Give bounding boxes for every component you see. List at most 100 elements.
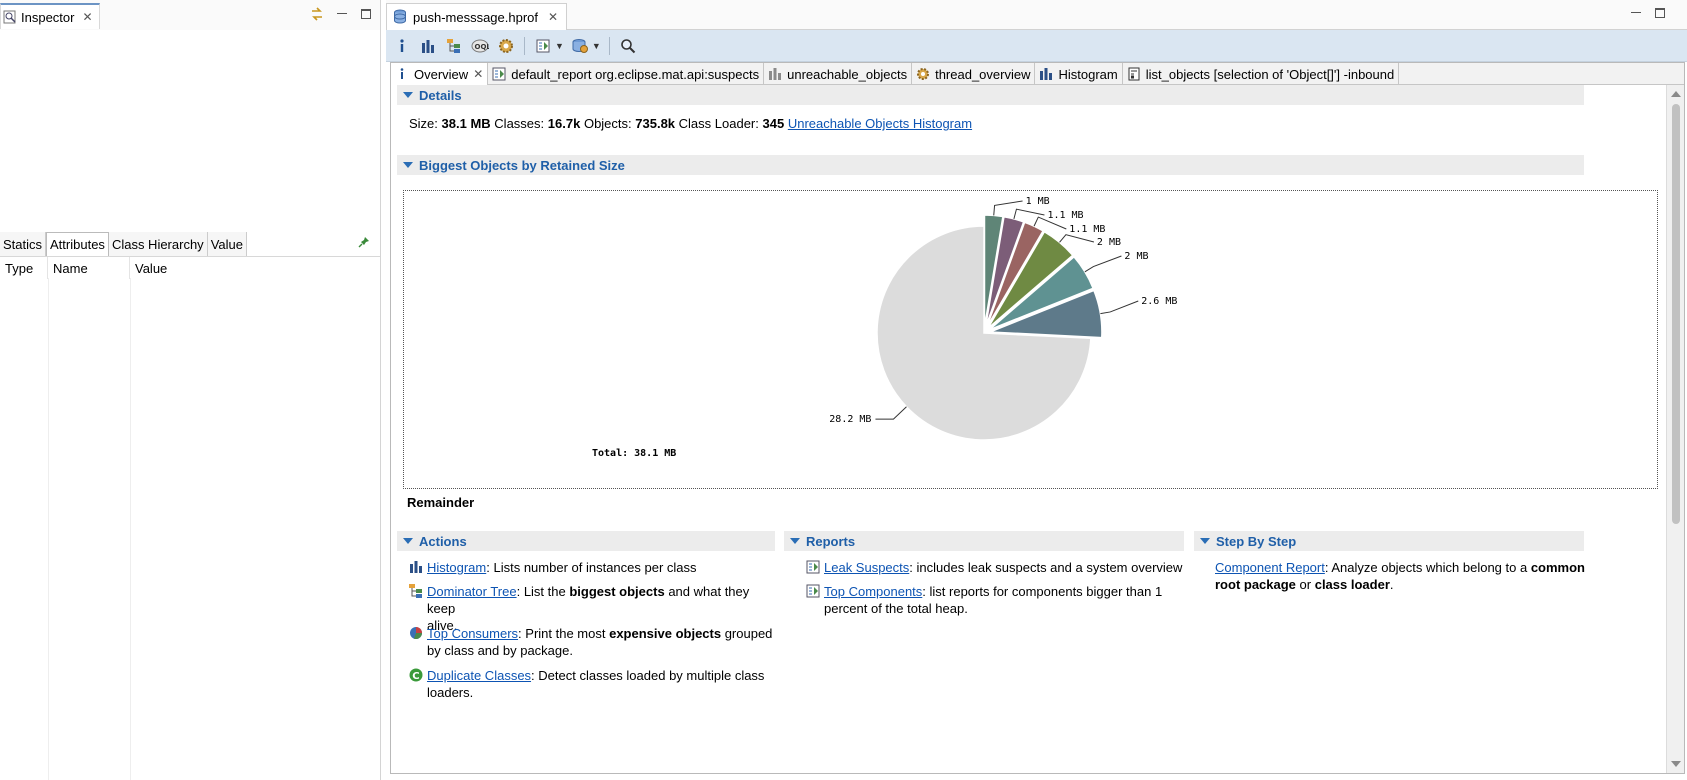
dropdown-arrow-icon[interactable]: ▼ — [592, 41, 601, 51]
column-type[interactable]: Type — [0, 257, 48, 279]
details-title: Details — [419, 87, 462, 103]
svg-text:C: C — [412, 671, 419, 682]
top-components-link[interactable]: Top Components — [824, 584, 922, 599]
maximize-button[interactable] — [1653, 6, 1667, 20]
classes-label: Classes: — [494, 116, 545, 131]
leak-suspects-link[interactable]: Leak Suspects — [824, 560, 909, 575]
action-description: : Detect classes loaded by multiple clas… — [531, 668, 765, 683]
action-description: loaders. — [427, 685, 474, 700]
info-icon — [400, 68, 404, 79]
editor-content: Overview ✕ default_report org.eclipse.ma… — [390, 62, 1685, 774]
dominator-tree-icon[interactable] — [444, 36, 464, 56]
slice-label: 2 MB — [1124, 251, 1148, 262]
scroll-up-icon[interactable] — [1671, 91, 1681, 97]
heap-dump-icon — [394, 9, 406, 24]
search-icon[interactable] — [618, 36, 638, 56]
overview-info-icon[interactable] — [392, 36, 412, 56]
top-consumers-icon — [410, 627, 423, 640]
tab-statics[interactable]: Statics — [0, 232, 47, 256]
link-with-editor-icon[interactable] — [309, 6, 325, 22]
tab-value[interactable]: Value — [207, 232, 247, 256]
tab-label: unreachable_objects — [787, 66, 908, 82]
histogram-link[interactable]: Histogram — [427, 560, 486, 575]
duplicate-classes-link[interactable]: Duplicate Classes — [427, 668, 531, 683]
tab-overview[interactable]: Overview ✕ — [391, 63, 489, 85]
run-report-icon[interactable] — [533, 36, 553, 56]
component-report-link[interactable]: Component Report — [1215, 560, 1325, 575]
step-by-step-section-header[interactable]: Step By Step — [1194, 531, 1584, 551]
slice-label: 1 MB — [1026, 196, 1050, 207]
action-duplicate-classes: C Duplicate Classes: Detect classes load… — [409, 667, 779, 703]
leader-line — [993, 200, 1023, 216]
histogram-icon[interactable] — [418, 36, 438, 56]
pie-chart[interactable]: 1 MB 1.1 MB 1.1 MB 2 MB2 MB 2.6 MB 28.2 MB Tot… — [404, 191, 1659, 490]
inspector-titlebar: Inspector ✕ — [0, 0, 380, 30]
collapse-icon — [403, 538, 413, 544]
dropdown-arrow-icon[interactable]: ▼ — [555, 41, 564, 51]
action-dominator-tree: Dominator Tree: List the biggest objects… — [409, 583, 779, 633]
close-icon[interactable]: ✕ — [548, 10, 558, 24]
class-loader-value: 345 — [762, 116, 785, 131]
inspector-view: Inspector ✕ Statics Attributes Class Hie… — [0, 0, 381, 780]
tab-default-report[interactable]: default_report org.eclipse.mat.api:suspe… — [488, 63, 765, 85]
pin-icon[interactable] — [358, 236, 370, 248]
slice-label: 2.6 MB — [1141, 296, 1177, 307]
slice-label: 28.2 MB — [829, 414, 871, 425]
column-name[interactable]: Name — [48, 257, 130, 279]
scroll-down-icon[interactable] — [1671, 761, 1681, 767]
report-description: : list reports for components bigger tha… — [922, 584, 1163, 599]
leader-line — [1059, 234, 1095, 243]
collapse-icon — [1200, 538, 1210, 544]
report-leak-suspects: Leak Suspects: includes leak suspects an… — [806, 559, 1186, 577]
editor-sub-tabs: Overview ✕ default_report org.eclipse.ma… — [391, 63, 1684, 85]
vertical-scrollbar[interactable] — [1666, 85, 1684, 773]
report-top-components: Top Components: list reports for compone… — [806, 583, 1186, 619]
column-divider — [48, 278, 49, 780]
step-description: or — [1295, 577, 1315, 592]
report-icon — [806, 584, 820, 598]
histogram-icon — [1040, 68, 1053, 80]
tab-class-hierarchy[interactable]: Class Hierarchy — [108, 232, 208, 256]
close-icon[interactable]: ✕ — [473, 67, 483, 81]
actions-section-header[interactable]: Actions — [397, 531, 775, 551]
action-description: : Print the most — [518, 626, 610, 641]
tab-list-objects[interactable]: list_objects [selection of 'Object[]'] -… — [1123, 63, 1400, 85]
inspector-tabs: Statics Attributes Class Hierarchy Value — [0, 232, 247, 256]
thread-overview-icon[interactable] — [496, 36, 516, 56]
retained-size-chart[interactable]: 1 MB 1.1 MB 1.1 MB 2 MB 2 MB 2.6 MB 28.2 MB Tot… — [403, 190, 1658, 489]
minimize-button[interactable] — [335, 7, 349, 21]
duplicate-classes-icon: C — [409, 668, 423, 682]
editor-tab-hprof[interactable]: push-messsage.hprof ✕ — [386, 3, 568, 30]
biggest-objects-section-header[interactable]: Biggest Objects by Retained Size — [397, 155, 1584, 175]
details-section-header[interactable]: Details — [397, 85, 1584, 105]
classes-value: 16.7k — [547, 116, 581, 131]
unreachable-objects-histogram-link[interactable]: Unreachable Objects Histogram — [788, 116, 972, 131]
scroll-thumb[interactable] — [1672, 104, 1680, 524]
maximize-button[interactable] — [359, 7, 373, 21]
actions-title: Actions — [419, 533, 467, 549]
tab-histogram[interactable]: Histogram — [1035, 63, 1123, 85]
reports-section-header[interactable]: Reports — [784, 531, 1184, 551]
dominator-tree-link[interactable]: Dominator Tree — [427, 584, 517, 599]
column-value[interactable]: Value — [130, 257, 380, 279]
biggest-objects-title: Biggest Objects by Retained Size — [419, 157, 625, 173]
top-consumers-link[interactable]: Top Consumers — [427, 626, 518, 641]
toolbar-separator — [608, 36, 610, 55]
action-top-consumers: Top Consumers: Print the most expensive … — [409, 625, 779, 661]
collapse-icon — [790, 538, 800, 544]
tab-unreachable-objects[interactable]: unreachable_objects — [764, 63, 913, 85]
tab-attributes[interactable]: Attributes — [46, 232, 109, 256]
step-by-step-title: Step By Step — [1216, 533, 1297, 549]
action-description: by class and by package. — [427, 643, 573, 658]
minimize-button[interactable] — [1629, 6, 1643, 20]
editor-titlebar: push-messsage.hprof ✕ — [386, 0, 1687, 30]
tab-label: list_objects [selection of 'Object[]'] -… — [1145, 66, 1395, 82]
tab-thread-overview[interactable]: thread_overview — [912, 63, 1036, 85]
query-browser-icon[interactable] — [570, 36, 590, 56]
oql-icon[interactable]: OQL — [470, 36, 490, 56]
collapse-icon — [403, 92, 413, 98]
tab-label: Overview — [414, 66, 469, 82]
close-icon[interactable]: ✕ — [82, 10, 92, 24]
histogram-icon — [769, 68, 782, 80]
inspector-tab[interactable]: Inspector ✕ — [0, 3, 100, 29]
